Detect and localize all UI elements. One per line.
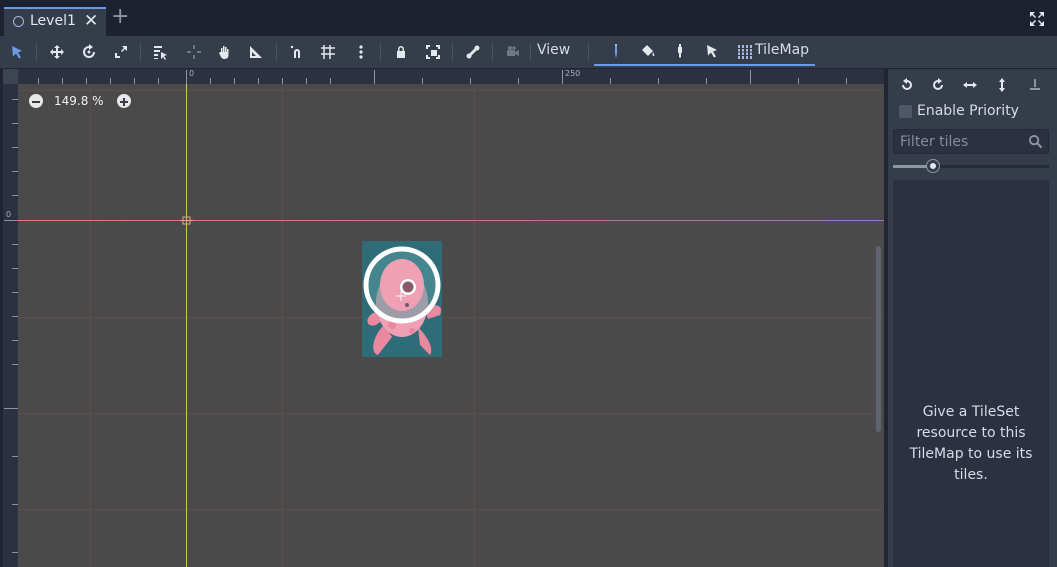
select-mode-button[interactable] (6, 41, 28, 63)
scene-tab-label: Level1 (30, 13, 76, 29)
clear-transform-button[interactable] (1025, 75, 1045, 95)
pick-tile-button[interactable] (669, 40, 691, 62)
flip-horizontal-button[interactable] (960, 75, 980, 95)
tile-palette[interactable]: Give a TileSet resource to this TileMap … (893, 180, 1049, 567)
ruler-label-250: 250 (565, 69, 581, 78)
pencil-icon (615, 44, 617, 58)
rotate-left-button[interactable] (897, 75, 917, 95)
tilemap-label: TileMap (755, 42, 810, 58)
fullscreen-icon[interactable] (1029, 11, 1045, 27)
scale-mode-button[interactable] (110, 41, 132, 63)
camera-button[interactable] (502, 41, 524, 63)
zoom-reset-button[interactable]: 149.8 % (54, 94, 104, 108)
view-menu-button[interactable]: View (537, 42, 570, 58)
grid-snap-button[interactable] (317, 41, 339, 63)
close-tab-button[interactable]: ✕ (84, 11, 98, 31)
canvas-viewport[interactable]: 0 250 0 149.8 % (3, 69, 884, 567)
ruler-label-left-0: 0 (6, 210, 12, 219)
rotate-right-icon (933, 78, 943, 90)
canvas-toolbar: View TileMap (0, 36, 1057, 68)
tilemap-panel: Enable Priority Give a TileSet resource … (888, 69, 1057, 567)
camera-icon (507, 46, 519, 56)
pointer-icon (707, 45, 717, 58)
paint-tool-button[interactable] (605, 40, 627, 62)
pan-mode-button[interactable] (214, 41, 236, 63)
ruler-label-0: 0 (189, 69, 195, 78)
no-tileset-message: Give a TileSet resource to this TileMap … (909, 404, 1033, 483)
flip-horizontal-icon (963, 82, 977, 88)
more-icon (359, 45, 363, 59)
rotate-right-button[interactable] (928, 75, 948, 95)
origin-marker (180, 214, 193, 227)
clear-transform-icon (1030, 79, 1040, 90)
ruler-icon (250, 46, 262, 58)
zoom-out-icon (32, 101, 40, 103)
filter-tiles-input[interactable] (893, 129, 1049, 154)
rotate-left-icon (902, 78, 912, 90)
x-axis-line (18, 220, 884, 221)
player-sprite[interactable] (362, 241, 442, 357)
list-select-button[interactable] (149, 41, 171, 63)
scene-tab-level1[interactable]: Level1 ✕ (4, 7, 106, 36)
pan-icon (219, 46, 229, 59)
bucket-icon (642, 45, 655, 57)
zoom-in-button[interactable] (117, 94, 131, 108)
lock-icon (397, 46, 405, 58)
smart-snap-icon (290, 45, 300, 58)
move-icon (50, 45, 64, 59)
enable-priority-checkbox[interactable] (899, 105, 912, 118)
vertical-scrollbar[interactable] (876, 246, 881, 432)
grid-snap-icon (321, 45, 335, 59)
smart-snap-button[interactable] (286, 41, 308, 63)
rotate-mode-button[interactable] (78, 41, 100, 63)
ruler-mode-button[interactable] (245, 41, 267, 63)
tilemap-icon (738, 45, 752, 59)
add-scene-button[interactable]: + (111, 6, 129, 28)
enable-priority-label[interactable]: Enable Priority (917, 103, 1019, 119)
pivot-icon (187, 45, 201, 59)
move-mode-button[interactable] (46, 41, 68, 63)
list-select-icon (154, 46, 167, 60)
skeleton-icon (466, 45, 480, 59)
zoom-slider-grabber[interactable] (927, 160, 939, 172)
rotate-icon (83, 44, 95, 58)
zoom-in-icon (120, 98, 128, 106)
select-icon (12, 46, 22, 59)
pivot-button[interactable] (183, 41, 205, 63)
group-button[interactable] (422, 41, 444, 63)
ruler-top[interactable]: 0 250 (3, 69, 884, 84)
flip-vertical-icon (999, 78, 1005, 92)
node2d-icon (13, 16, 24, 27)
bucket-fill-button[interactable] (637, 40, 659, 62)
ruler-corner (3, 69, 18, 84)
ruler-left[interactable]: 0 (3, 69, 18, 567)
group-icon (426, 45, 440, 59)
search-icon (1028, 134, 1043, 149)
snap-options-button[interactable] (350, 41, 372, 63)
eyedropper-icon (678, 44, 682, 58)
y-axis-line (186, 84, 187, 567)
skeleton-button[interactable] (462, 41, 484, 63)
zoom-out-button[interactable] (29, 94, 43, 108)
flip-vertical-button[interactable] (992, 75, 1012, 95)
lock-button[interactable] (390, 41, 412, 63)
scale-icon (115, 46, 127, 58)
scene-tab-bar: Level1 ✕ + (0, 0, 1057, 36)
select-tool-button[interactable] (701, 40, 723, 62)
